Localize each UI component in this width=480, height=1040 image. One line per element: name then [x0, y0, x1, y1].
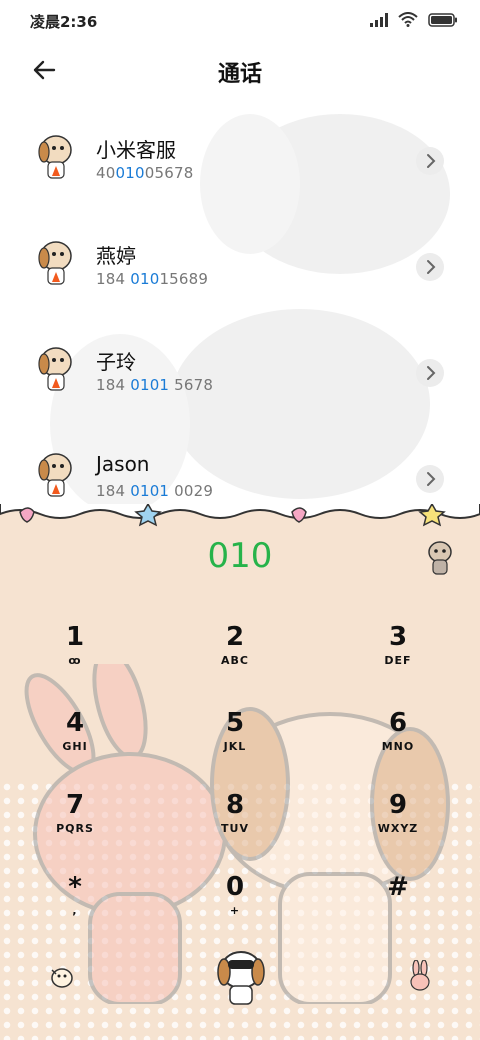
contact-row[interactable]: 子玲 184 0101 5678: [0, 316, 480, 422]
battery-icon: [428, 12, 457, 27]
wavy-border-decoration: [0, 504, 480, 527]
key-digit: 1: [65, 622, 85, 652]
dog-sticker-icon[interactable]: [424, 538, 456, 578]
number-match: 010: [115, 164, 145, 182]
key-letters: ,: [72, 904, 78, 917]
page-header: 通话: [0, 40, 480, 102]
key-5[interactable]: 5 JKL: [180, 708, 290, 778]
key-digit: 5: [225, 708, 245, 738]
number-suffix: 0029: [169, 482, 214, 500]
key-8[interactable]: 8 TUV: [180, 790, 290, 860]
key-0[interactable]: 0 +: [180, 872, 290, 942]
contact-number: 184 0101 5678: [96, 376, 213, 394]
key-digit: 8: [225, 790, 245, 820]
keypad-collapse-icon[interactable]: [46, 960, 78, 992]
key-hash[interactable]: #: [343, 872, 453, 942]
dog-avatar-icon: [38, 241, 72, 285]
contact-number: 4001005678: [96, 164, 193, 182]
number-suffix: 5678: [169, 376, 214, 394]
call-button[interactable]: [214, 946, 268, 1006]
dialer-panel: 010 1ꝏ 2 ABC 3 DEF 4 GHI 5 JKL 6 MNO 7 PQRS 8T…: [0, 504, 480, 1040]
contact-number: 184 01015689: [96, 270, 208, 288]
key-digit: 9: [388, 790, 408, 820]
key-letters: DEF: [384, 654, 412, 667]
key-digit: 6: [388, 708, 408, 738]
key-2[interactable]: 2 ABC: [180, 622, 290, 692]
contact-name: 燕婷: [96, 244, 136, 268]
contact-suggestion-list: 小米客服 4001005678 燕婷 184 01015689 子玲 184 0…: [0, 104, 480, 504]
key-star[interactable]: *,: [20, 872, 130, 942]
key-9[interactable]: 9 WXYZ: [343, 790, 453, 860]
contact-name: 子玲: [96, 350, 136, 374]
chevron-right-icon[interactable]: [416, 465, 444, 493]
number-suffix: 15689: [159, 270, 209, 288]
key-letters: JKL: [223, 740, 247, 753]
key-digit: #: [387, 872, 409, 902]
page-title: 通话: [217, 62, 262, 87]
number-match: 0101: [130, 376, 170, 394]
key-letters: MNO: [381, 740, 415, 753]
chevron-right-icon[interactable]: [416, 359, 444, 387]
wifi-icon: [398, 12, 418, 27]
signal-icon: [370, 12, 388, 27]
key-6[interactable]: 6 MNO: [343, 708, 453, 778]
status-icons: [370, 12, 458, 27]
key-digit: 0: [225, 872, 245, 902]
key-4[interactable]: 4 GHI: [20, 708, 130, 778]
key-letters: TUV: [221, 822, 249, 835]
bunny-menu-icon[interactable]: [408, 960, 432, 992]
chevron-right-icon[interactable]: [416, 253, 444, 281]
dialed-number-display: 010: [207, 536, 273, 576]
number-suffix: 05678: [144, 164, 194, 182]
status-bar: 凌晨2:36: [0, 0, 480, 40]
number-prefix: 184: [96, 482, 131, 500]
key-letters: GHI: [62, 740, 88, 753]
key-letters: WXYZ: [377, 822, 419, 835]
key-7[interactable]: 7 PQRS: [20, 790, 130, 860]
contact-name: Jason: [96, 452, 150, 476]
contact-row[interactable]: 小米客服 4001005678: [0, 104, 480, 210]
key-digit: *: [68, 872, 82, 902]
status-time: 凌晨2:36: [30, 13, 98, 31]
key-digit: 7: [65, 790, 85, 820]
key-1[interactable]: 1ꝏ: [20, 622, 130, 692]
contact-name: 小米客服: [96, 138, 176, 162]
key-letters: ABC: [221, 654, 249, 667]
key-3[interactable]: 3 DEF: [343, 622, 453, 692]
dog-avatar-icon: [38, 453, 72, 497]
key-letters: PQRS: [56, 822, 94, 835]
key-letters: +: [229, 904, 241, 917]
contact-number: 184 0101 0029: [96, 482, 213, 500]
key-digit: 4: [65, 708, 85, 738]
voicemail-icon: ꝏ: [68, 654, 82, 667]
contact-row[interactable]: Jason 184 0101 0029: [0, 422, 480, 504]
number-match: 010: [130, 270, 160, 288]
number-prefix: 184: [96, 270, 131, 288]
key-digit: 2: [225, 622, 245, 652]
number-prefix: 184: [96, 376, 131, 394]
key-digit: 3: [388, 622, 408, 652]
number-prefix: 40: [96, 164, 116, 182]
dog-avatar-icon: [38, 347, 72, 391]
chevron-right-icon[interactable]: [416, 147, 444, 175]
number-match: 0101: [130, 482, 170, 500]
dog-avatar-icon: [38, 135, 72, 179]
contact-row[interactable]: 燕婷 184 01015689: [0, 210, 480, 316]
